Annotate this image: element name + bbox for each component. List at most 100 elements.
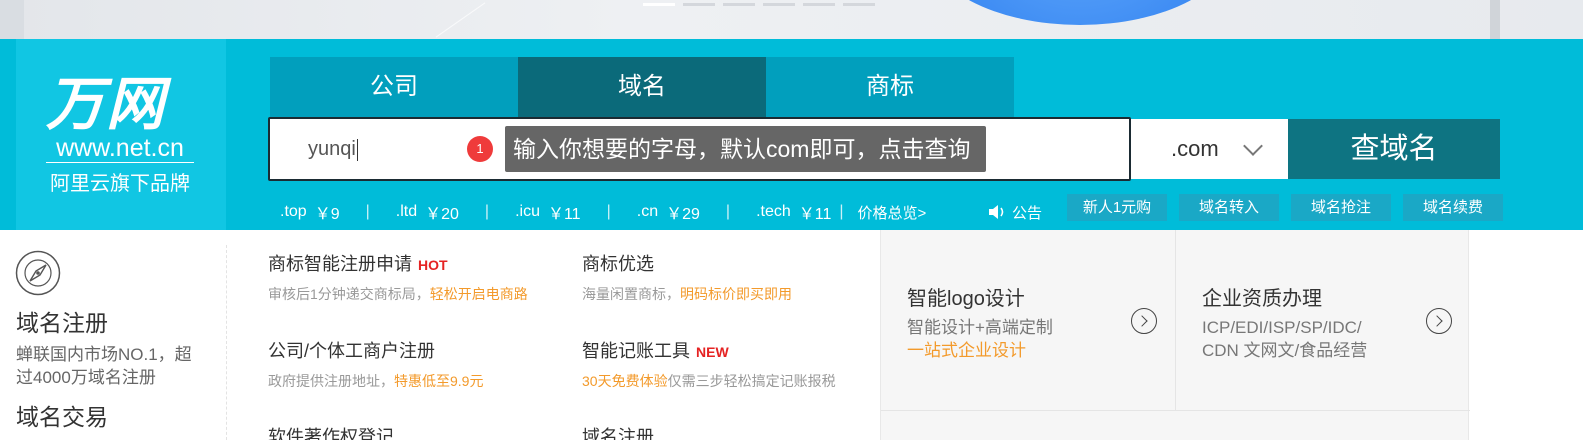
category-description: 蝉联国内市场NO.1，超过4000万域名注册 [16,345,192,387]
quick-actions: 新人1元购 域名转入 域名抢注 域名续费 [1067,194,1503,221]
service-trademark-select[interactable]: 商标优选 海量闲置商标，明码标价即买即用 [582,250,792,304]
service-desc-text: 审核后1分钟递交商标局， [268,286,430,302]
service-title-text: 商标优选 [582,254,654,274]
service-title: 智能记账工具 NEW [582,337,836,363]
service-title: 公司/个体工商户注册 [268,337,483,363]
carousel-dot[interactable] [843,3,875,6]
category-title-trade[interactable]: 域名交易 [16,398,108,432]
guide-tooltip: 1 输入你想要的字母，默认com即可，点击查询 [467,125,987,173]
service-desc: 审核后1分钟递交商标局，轻松开启电商路 [268,284,528,304]
divider: | [839,203,844,220]
price-value: ￥11 [798,206,832,223]
domain-renewal-button[interactable]: 域名续费 [1403,194,1503,221]
arrow-right-circle-icon[interactable] [1426,308,1452,334]
newcomer-offer-button[interactable]: 新人1元购 [1067,194,1167,221]
price-value: ￥11 [547,206,581,223]
domain-category: 域名注册 蝉联国内市场NO.1，超过4000万域名注册 域名交易 [0,230,228,440]
divider: | [725,203,731,220]
price-overview-link[interactable]: 价格总览> [858,202,927,223]
notice-label: 公告 [1012,204,1043,222]
carousel-dot[interactable] [763,3,795,6]
panel-desc-line: 智能设计+高端定制 [907,318,1053,337]
panel-desc: 智能设计+高端定制 一站式企业设计 [907,316,1053,362]
service-highlight: 特惠低至9.9元 [394,373,484,389]
new-badge: NEW [696,344,729,360]
suffix-select[interactable]: .com [1131,119,1288,179]
hot-badge: HOT [418,257,448,273]
panel-title: 企业资质办理 [1202,288,1322,310]
carousel-dot[interactable] [723,3,755,6]
panel-qualification[interactable]: 企业资质办理 ICP/EDI/ISP/SP/IDC/ CDN 文网文/食品经营 [1175,230,1469,410]
service-title: 域名注册 [582,427,654,440]
arrow-right-circle-icon[interactable] [1131,308,1157,334]
price-value: ￥20 [425,206,459,223]
price-value: ￥9 [314,206,340,223]
panel-desc: ICP/EDI/ISP/SP/IDC/ CDN 文网文/食品经营 [1202,316,1367,362]
panel-title: 智能logo设计 [907,288,1025,310]
price-item-icu[interactable]: .icu ￥11 [515,200,581,224]
service-highlight: 明码标价即买即用 [680,286,792,302]
service-title: 商标智能注册申请 HOT [268,250,528,276]
price-item-cn[interactable]: .cn ￥29 [637,200,700,224]
price-suffix: .cn [636,203,659,220]
service-highlight: 30天免费体验 [582,373,668,389]
price-item-ltd[interactable]: .ltd ￥20 [396,200,459,224]
divider: | [484,203,490,220]
domain-transfer-button[interactable]: 域名转入 [1179,194,1279,221]
service-desc-text: 海量闲置商标， [582,286,680,302]
notice-link[interactable]: 公告 [988,197,1042,227]
text-caret [356,138,358,161]
service-desc: 海量闲置商标，明码标价即买即用 [582,284,792,304]
tab-trademark[interactable]: 商标 [766,57,1014,117]
divider: | [606,203,611,220]
service-domain-register[interactable]: 域名注册 [582,423,654,440]
carousel-dot[interactable] [683,3,715,6]
compass-icon [15,250,61,296]
price-suffix: .ltd [395,203,418,220]
logo-url: www.net.cn [46,134,194,163]
price-suffix: .tech [756,203,791,220]
price-list: .top ￥9 | .ltd ￥20 | .icu ￥11 | .cn ￥29 | .t… [280,197,926,227]
tab-company[interactable]: 公司 [270,57,518,117]
tooltip-text: 输入你想要的字母，默认com即可，点击查询 [505,126,987,172]
service-desc: 30天免费体验仅需三步轻松搞定记账报税 [582,371,836,391]
logo[interactable]: 万网 www.net.cn 阿里云旗下品牌 [16,39,226,230]
step-badge: 1 [467,136,493,162]
service-desc-text: 仅需三步轻松搞定记账报税 [667,373,836,389]
panel-desc-line: CDN 文网文/食品经营 [1202,341,1368,360]
service-title-text: 智能记账工具 [582,341,690,361]
speaker-icon [989,205,1004,219]
search-tabs: 公司 域名 商标 [270,57,1014,117]
tab-domain[interactable]: 域名 [518,57,766,117]
search-input-value: yunqi [308,138,356,160]
logo-wordmark: 万网 [46,70,167,138]
divider: | [365,203,370,220]
panel-highlight: 一站式企业设计 [907,341,1026,360]
service-trademark-register[interactable]: 商标智能注册申请 HOT 审核后1分钟递交商标局，轻松开启电商路 [268,250,528,304]
price-item-tech[interactable]: .tech ￥11 [756,200,831,224]
carousel-dot[interactable] [643,3,675,6]
category-title[interactable]: 域名注册 [16,304,108,338]
service-title-text: 商标智能注册申请 [268,254,412,274]
service-desc: 政府提供注册地址，特惠低至9.9元 [268,371,483,391]
service-software-copyright[interactable]: 软件著作权登记 [268,423,394,440]
featured-panels: 智能logo设计 智能设计+高端定制 一站式企业设计 企业资质办理 ICP/ED… [880,230,1470,440]
service-desc-text: 政府提供注册地址， [268,373,394,389]
panel-logo-design[interactable]: 智能logo设计 智能设计+高端定制 一站式企业设计 [881,230,1175,410]
chevron-down-icon [1243,136,1263,156]
price-item-top[interactable]: .top ￥9 [280,200,340,224]
domain-backorder-button[interactable]: 域名抢注 [1291,194,1391,221]
carousel-indicators [643,3,875,6]
price-value: ￥29 [666,206,700,223]
suffix-select-value: .com [1171,136,1219,161]
panel-desc-line: ICP/EDI/ISP/SP/IDC/ [1202,318,1362,337]
carousel-dot[interactable] [803,3,835,6]
service-title: 软件著作权登记 [268,427,394,440]
search-domain-button[interactable]: 查域名 [1288,119,1500,179]
price-suffix: .icu [515,203,540,220]
service-company-register[interactable]: 公司/个体工商户注册 政府提供注册地址，特惠低至9.9元 [268,337,483,391]
service-title: 商标优选 [582,250,792,276]
top-banner [0,0,1583,39]
service-bookkeeping[interactable]: 智能记账工具 NEW 30天免费体验仅需三步轻松搞定记账报税 [582,337,836,391]
services-section: 域名注册 蝉联国内市场NO.1，超过4000万域名注册 域名交易 商标智能注册申… [0,230,1583,440]
